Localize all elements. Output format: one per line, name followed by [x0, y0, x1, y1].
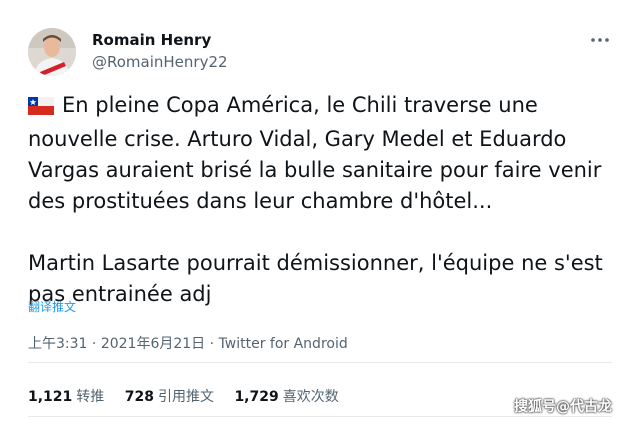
quotes-stat[interactable]: 728 引用推文 — [125, 386, 214, 406]
retweets-stat[interactable]: 1,121 转推 — [28, 386, 104, 406]
author-name[interactable]: Romain Henry — [92, 31, 211, 49]
author-handle[interactable]: @RomainHenry22 — [92, 53, 228, 71]
meta-separator: · — [210, 336, 219, 352]
retweets-count: 1,121 — [28, 389, 73, 405]
tweet-metadata: 上午3:31 · 2021年6月21日 · Twitter for Androi… — [28, 333, 348, 353]
tweet-time[interactable]: 上午3:31 — [28, 336, 87, 352]
tweet-date[interactable]: 2021年6月21日 — [101, 336, 205, 352]
tweet-line: nouvelle crise. Arturo Vidal, Gary Medel… — [28, 127, 567, 151]
meta-separator: · — [92, 336, 101, 352]
retweets-label: 转推 — [76, 389, 105, 405]
likes-count: 1,729 — [234, 389, 279, 405]
separator-dot: · — [91, 336, 97, 352]
avatar[interactable] — [28, 28, 76, 76]
tweet-text: En pleine Copa América, le Chili travers… — [28, 90, 628, 310]
tweet-line: Vargas auraient brisé la bulle sanitaire… — [28, 158, 602, 182]
separator-dot: · — [209, 336, 215, 352]
avatar-image — [28, 28, 76, 76]
chile-flag-icon — [28, 93, 54, 124]
tweet-line: des prostituées dans leur chambre d'hôte… — [28, 189, 493, 213]
tweet-source[interactable]: Twitter for Android — [219, 336, 348, 352]
likes-stat[interactable]: 1,729 喜欢次数 — [234, 386, 338, 406]
tweet-line: pas entrainée adj — [28, 282, 212, 306]
engagement-stats: 1,121 转推 728 引用推文 1,729 喜欢次数 — [28, 386, 355, 406]
divider — [28, 362, 612, 363]
tweet-line: Martin Lasarte pourrait démissionner, l'… — [28, 251, 603, 275]
more-options-icon[interactable] — [588, 30, 612, 50]
translate-tweet-link[interactable]: 翻译推文 — [28, 298, 76, 315]
quotes-count: 728 — [124, 389, 154, 405]
tweet-line-text: En pleine Copa América, le Chili travers… — [62, 93, 538, 117]
tweet-card: Romain Henry @RomainHenry22 En pleine Co… — [0, 0, 640, 424]
watermark-text: 搜狐号@代古龙 — [514, 399, 612, 415]
tweet-line: En pleine Copa América, le Chili travers… — [28, 90, 628, 124]
likes-label: 喜欢次数 — [282, 389, 339, 405]
divider — [28, 416, 612, 417]
quotes-label: 引用推文 — [157, 389, 214, 405]
